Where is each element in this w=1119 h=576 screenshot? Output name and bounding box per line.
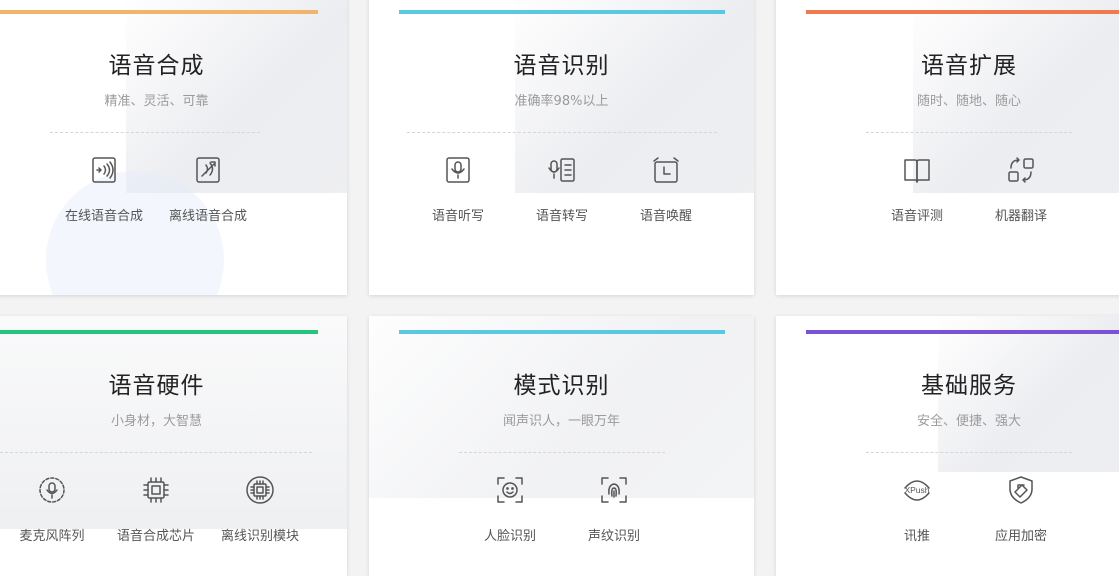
card-accent-bar <box>399 330 725 334</box>
feature-face-recognition[interactable]: 人脸识别 <box>458 474 562 544</box>
card-subtitle: 随时、随地、随心 <box>916 94 1021 109</box>
feature-offline-speech-synthesis[interactable]: 离线语音合成 <box>156 154 260 224</box>
card-speech-synthesis: 语音合成 精准、灵活、可靠 在线语音合成 离线语音合成 <box>0 0 347 295</box>
feature-voice-transcription[interactable]: 语音转写 <box>510 154 614 224</box>
offline-speech-synthesis-icon <box>196 157 220 183</box>
card-title: 模式识别 <box>513 373 610 399</box>
xpush-icon: XPush <box>904 480 930 501</box>
card-background-image <box>369 316 754 498</box>
speech-synthesis-chip-icon <box>143 477 169 503</box>
card-divider <box>50 132 260 133</box>
card-divider <box>407 132 717 133</box>
feature-label: 语音听写 <box>431 209 484 224</box>
card-accent-bar <box>806 330 1119 334</box>
card-divider <box>459 452 665 453</box>
card-title: 语音硬件 <box>108 373 205 399</box>
feature-label: 机器翻译 <box>994 209 1047 224</box>
feature-machine-translation[interactable]: 机器翻译 <box>969 154 1073 224</box>
card-speech-hardware: 语音硬件 小身材，大智慧 麦克风阵列 语音合成芯片 离线识别模块 <box>0 316 347 576</box>
card-subtitle: 精准、灵活、可靠 <box>104 94 209 109</box>
microphone-array-icon <box>39 477 65 503</box>
feature-voice-evaluation[interactable]: 语音评测 <box>865 154 969 224</box>
app-encryption-icon <box>1009 476 1033 504</box>
feature-label: 在线语音合成 <box>64 209 143 224</box>
machine-translation-icon <box>1008 157 1034 183</box>
feature-xpush[interactable]: XPush 讯推 <box>865 474 969 544</box>
card-basic-services: 基础服务 安全、便捷、强大 XPush 讯推 应用加密 <box>776 316 1119 576</box>
card-accent-bar <box>0 330 318 334</box>
feature-label: 语音唤醒 <box>639 209 692 224</box>
feature-label: 声纹识别 <box>587 529 640 544</box>
feature-label: 麦克风阵列 <box>19 529 85 544</box>
card-title: 基础服务 <box>921 373 1017 399</box>
card-subtitle: 准确率98%以上 <box>514 94 609 109</box>
card-subtitle: 闻声识人，一眼万年 <box>502 414 620 429</box>
card-title: 语音合成 <box>108 53 205 79</box>
card-subtitle: 小身材，大智慧 <box>110 414 202 429</box>
feature-offline-recognition-module[interactable]: 离线识别模块 <box>208 474 312 544</box>
feature-microphone-array[interactable]: 麦克风阵列 <box>0 474 104 544</box>
card-title: 语音识别 <box>513 53 610 79</box>
card-accent-bar <box>806 10 1119 14</box>
feature-label: 语音评测 <box>890 209 943 224</box>
card-divider <box>0 452 312 453</box>
card-subtitle: 安全、便捷、强大 <box>916 414 1021 429</box>
online-speech-synthesis-icon <box>92 157 116 183</box>
feature-voice-wakeup[interactable]: 语音唤醒 <box>614 154 718 224</box>
feature-label: 应用加密 <box>994 529 1047 544</box>
feature-label: 讯推 <box>903 529 930 544</box>
feature-online-speech-synthesis[interactable]: 在线语音合成 <box>52 154 156 224</box>
feature-label: 语音合成芯片 <box>116 529 195 544</box>
feature-speech-synthesis-chip[interactable]: 语音合成芯片 <box>104 474 208 544</box>
card-speech-recognition: 语音识别 准确率98%以上 语音听写 语音转写 语音唤醒 <box>369 0 754 295</box>
voiceprint-recognition-icon <box>601 477 627 503</box>
xpush-icon-text: XPush <box>904 485 929 495</box>
voice-evaluation-icon <box>904 159 930 183</box>
card-speech-extension: 语音扩展 随时、随地、随心 语音评测 机器翻译 <box>776 0 1119 295</box>
feature-label: 语音转写 <box>535 209 588 224</box>
card-pattern-recognition: 模式识别 闻声识人，一眼万年 人脸识别 声纹识别 <box>369 316 754 576</box>
feature-label: 人脸识别 <box>483 529 536 544</box>
feature-voiceprint-recognition[interactable]: 声纹识别 <box>562 474 666 544</box>
voice-transcription-icon <box>548 158 575 182</box>
feature-app-encryption[interactable]: 应用加密 <box>969 474 1073 544</box>
card-divider <box>866 132 1072 133</box>
card-accent-bar <box>0 10 318 14</box>
offline-recognition-module-icon <box>246 476 274 504</box>
card-title: 语音扩展 <box>921 53 1017 79</box>
feature-label: 离线识别模块 <box>220 529 299 544</box>
voice-wakeup-icon <box>653 157 679 183</box>
face-recognition-icon <box>497 477 523 503</box>
feature-label: 离线语音合成 <box>168 209 247 224</box>
card-divider <box>866 452 1072 453</box>
card-accent-bar <box>399 10 725 14</box>
feature-voice-dictation[interactable]: 语音听写 <box>406 154 510 224</box>
voice-dictation-icon <box>446 157 470 183</box>
